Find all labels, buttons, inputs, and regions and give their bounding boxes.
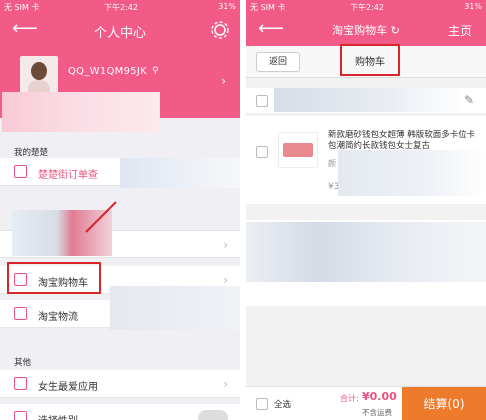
total-label: 合计: [340, 394, 359, 403]
time-text: 下午2:42 [350, 3, 384, 12]
total-value: ¥0.00 [362, 390, 397, 403]
menu-item-orders-label: 楚楚街订单查 [38, 170, 98, 181]
checkout-button[interactable]: 结算(0) [402, 387, 486, 420]
shop-checkbox[interactable] [256, 95, 268, 107]
menu-item-taobao-logistics-label: 淘宝物流 [38, 312, 78, 323]
privacy-blur [338, 150, 486, 196]
nav-bar: ⟵ 个人中心 [0, 14, 240, 46]
annotation-arrow [85, 201, 117, 233]
section-title-other: 其他 [14, 358, 32, 368]
privacy-blur [110, 286, 240, 330]
shipping-note: 不含运费 [362, 408, 392, 417]
right-screen-taobao-cart: 无 SIM 卡 下午2:42 31% ⟵ 淘宝购物车 ↻ 主页 返回 购物车 ✎… [246, 0, 486, 420]
highlight-box [340, 44, 400, 76]
time-text: 下午2:42 [104, 3, 138, 12]
chevron-right-icon: › [223, 377, 228, 391]
gender-toggle[interactable] [198, 410, 228, 420]
select-all-checkbox[interactable] [256, 398, 268, 410]
privacy-blur [246, 222, 486, 282]
product-thumbnail[interactable] [278, 132, 318, 168]
privacy-blur [274, 88, 464, 112]
highlight-box [7, 262, 101, 294]
username: QQ_W1QM95JK [68, 66, 148, 77]
chevron-right-icon[interactable]: › [221, 74, 226, 88]
status-bar: 无 SIM 卡 下午2:42 31% [0, 0, 240, 14]
home-link[interactable]: 主页 [448, 22, 472, 39]
menu-item-fav-apps-label: 女生最爱应用 [38, 382, 98, 393]
carrier-text: 无 SIM 卡 [250, 3, 286, 12]
item-checkbox[interactable] [256, 146, 268, 158]
apps-icon [14, 377, 27, 390]
location-pin-icon: ⚲ [152, 66, 159, 76]
privacy-blur [120, 158, 240, 188]
section-title-mine: 我的楚楚 [14, 148, 49, 158]
battery-text: 31% [464, 2, 482, 11]
status-bar: 无 SIM 卡 下午2:42 31% [246, 0, 486, 14]
gender-icon [14, 411, 27, 420]
privacy-blur [2, 92, 160, 132]
chevron-right-icon: › [223, 273, 228, 287]
menu-item-gender[interactable]: 选择性别 [0, 404, 240, 420]
page-title: 个人中心 [93, 26, 146, 41]
select-all-label[interactable]: 全选 [274, 398, 291, 410]
refresh-icon[interactable]: ↻ [391, 24, 400, 37]
order-icon [14, 165, 27, 178]
nav-bar: ⟵ 淘宝购物车 ↻ 主页 [246, 14, 486, 46]
left-screen-personal-center: 无 SIM 卡 下午2:42 31% ⟵ 个人中心 QQ_W1QM95JK ⚲ … [0, 0, 240, 420]
cart-footer: 全选 合计: ¥0.00 不含运费 结算(0) [246, 386, 486, 420]
gear-icon[interactable] [210, 20, 230, 40]
edit-pencil-icon[interactable]: ✎ [464, 93, 474, 107]
product-spec: 颜 [328, 159, 336, 168]
truck-icon [14, 307, 27, 320]
chevron-right-icon: › [223, 238, 228, 252]
carrier-text: 无 SIM 卡 [4, 3, 40, 12]
menu-item-fav-apps[interactable]: 女生最爱应用 › [0, 370, 240, 398]
back-button[interactable]: 返回 [256, 52, 300, 72]
battery-text: 31% [218, 2, 236, 11]
menu-item-gender-label: 选择性别 [38, 412, 78, 420]
